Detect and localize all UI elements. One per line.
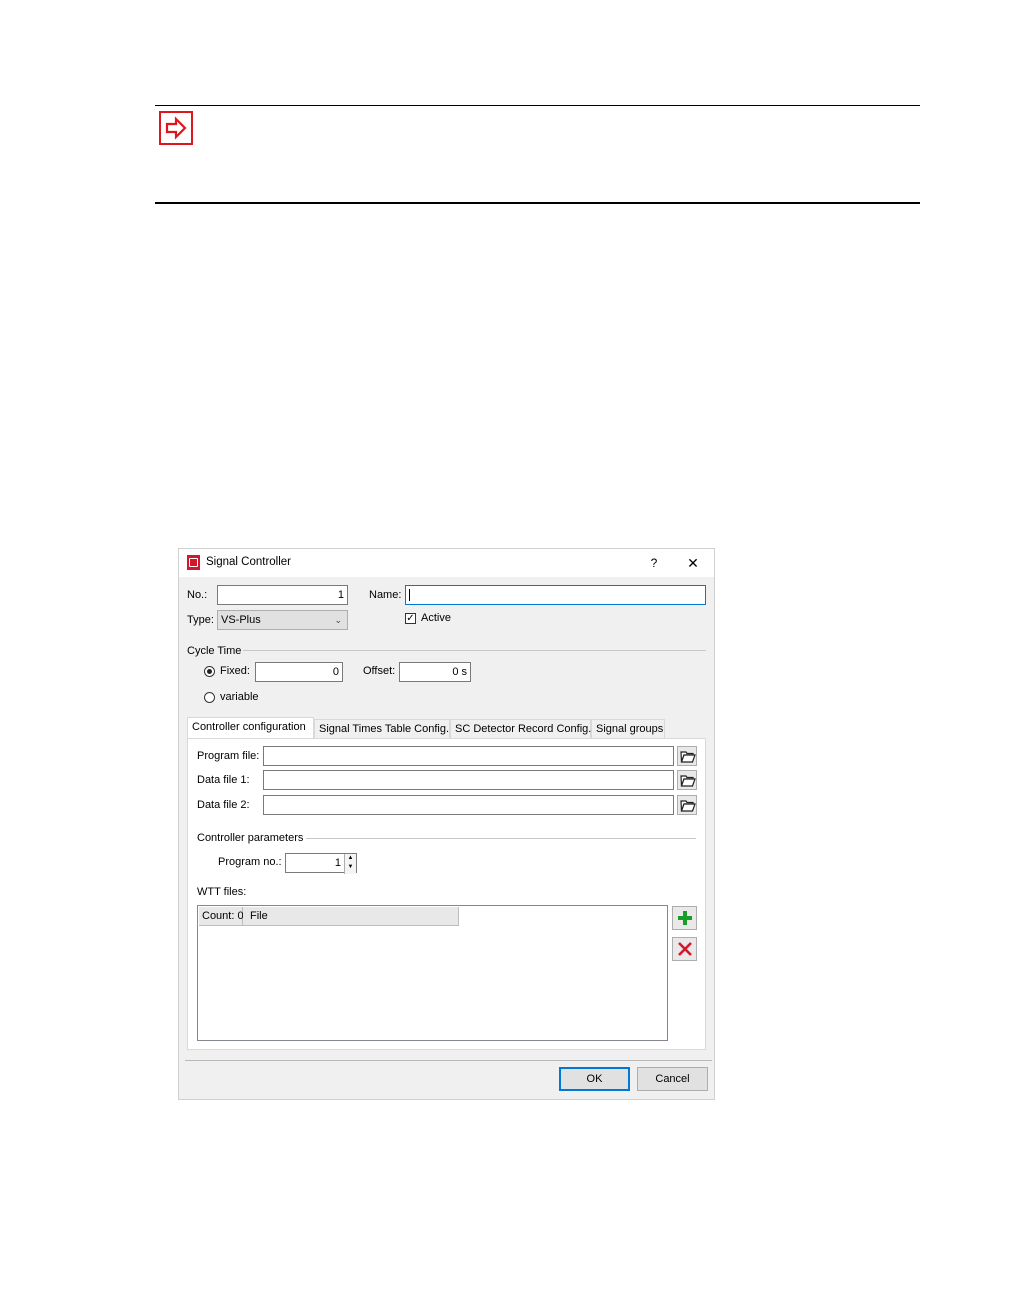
active-checkbox[interactable]: ✓ bbox=[405, 613, 416, 624]
tab-controller-configuration[interactable]: Controller configuration bbox=[187, 717, 314, 739]
cancel-button[interactable]: Cancel bbox=[637, 1067, 708, 1091]
title-bar: Signal Controller ? ✕ bbox=[179, 549, 714, 577]
type-dropdown-value: VS-Plus bbox=[221, 614, 261, 626]
variable-radio[interactable] bbox=[204, 692, 215, 703]
footer-separator bbox=[185, 1060, 712, 1061]
add-icon bbox=[678, 911, 692, 925]
type-dropdown[interactable]: VS-Plus ⌄ bbox=[217, 610, 348, 630]
no-label: No.: bbox=[187, 589, 208, 601]
program-file-label: Program file: bbox=[197, 750, 260, 762]
help-button[interactable]: ? bbox=[645, 554, 663, 572]
tab-signal-groups[interactable]: Signal groups bbox=[591, 719, 665, 738]
offset-label: Offset: bbox=[363, 665, 396, 677]
signal-controller-dialog: Signal Controller ? ✕ No.: 1 Name: Type:… bbox=[178, 548, 715, 1100]
note-top-rule bbox=[155, 105, 920, 106]
wtt-files-list[interactable]: Count: 0 File bbox=[197, 905, 668, 1041]
data-file-2-browse-button[interactable] bbox=[677, 795, 697, 815]
program-no-label: Program no.: bbox=[218, 856, 282, 868]
data-file-2-label: Data file 2: bbox=[197, 799, 250, 811]
variable-label: variable bbox=[220, 691, 259, 703]
program-file-browse-button[interactable] bbox=[677, 746, 697, 766]
program-no-value: 1 bbox=[334, 857, 341, 869]
delete-icon bbox=[678, 942, 692, 956]
app-icon bbox=[187, 555, 200, 570]
dialog-title: Signal Controller bbox=[206, 556, 292, 568]
controller-configuration-panel: Program file: Data file 1: Data file 2: … bbox=[187, 738, 706, 1050]
program-file-field[interactable] bbox=[263, 746, 674, 766]
no-field[interactable]: 1 bbox=[217, 585, 348, 605]
fixed-radio[interactable] bbox=[204, 666, 215, 677]
offset-field[interactable]: 0 s bbox=[399, 662, 471, 682]
close-button[interactable]: ✕ bbox=[684, 554, 702, 572]
data-file-1-field[interactable] bbox=[263, 770, 674, 790]
add-wtt-file-button[interactable] bbox=[672, 906, 697, 930]
ok-button[interactable]: OK bbox=[559, 1067, 630, 1091]
fixed-label: Fixed: bbox=[220, 665, 250, 677]
chevron-down-icon: ⌄ bbox=[334, 615, 342, 625]
spin-buttons[interactable]: ▲ ▼ bbox=[344, 854, 356, 874]
tab-signal-times-table-config[interactable]: Signal Times Table Config. bbox=[314, 719, 450, 738]
remove-wtt-file-button[interactable] bbox=[672, 937, 697, 961]
cycle-time-label: Cycle Time bbox=[187, 645, 242, 657]
name-field[interactable] bbox=[405, 585, 706, 605]
controller-parameters-label: Controller parameters bbox=[197, 832, 304, 844]
type-label: Type: bbox=[187, 614, 214, 626]
cycle-time-separator bbox=[243, 650, 706, 651]
column-header-file[interactable]: File bbox=[243, 907, 459, 926]
data-file-2-field[interactable] bbox=[263, 795, 674, 815]
note-bottom-rule bbox=[155, 202, 920, 204]
note-arrow-icon bbox=[159, 111, 193, 145]
folder-open-icon bbox=[680, 751, 696, 763]
wtt-files-label: WTT files: bbox=[197, 886, 247, 898]
column-header-count[interactable]: Count: 0 bbox=[199, 907, 244, 926]
name-label: Name: bbox=[369, 589, 402, 601]
data-file-1-browse-button[interactable] bbox=[677, 770, 697, 790]
program-no-spinbox[interactable]: 1 ▲ ▼ bbox=[285, 853, 357, 874]
active-label: Active bbox=[421, 612, 451, 624]
controller-parameters-separator bbox=[306, 838, 696, 839]
fixed-field[interactable]: 0 bbox=[255, 662, 343, 682]
folder-open-icon bbox=[680, 775, 696, 787]
text-cursor bbox=[409, 589, 410, 601]
tab-sc-detector-record-config[interactable]: SC Detector Record Config. bbox=[450, 719, 591, 738]
data-file-1-label: Data file 1: bbox=[197, 774, 250, 786]
folder-open-icon bbox=[680, 800, 696, 812]
